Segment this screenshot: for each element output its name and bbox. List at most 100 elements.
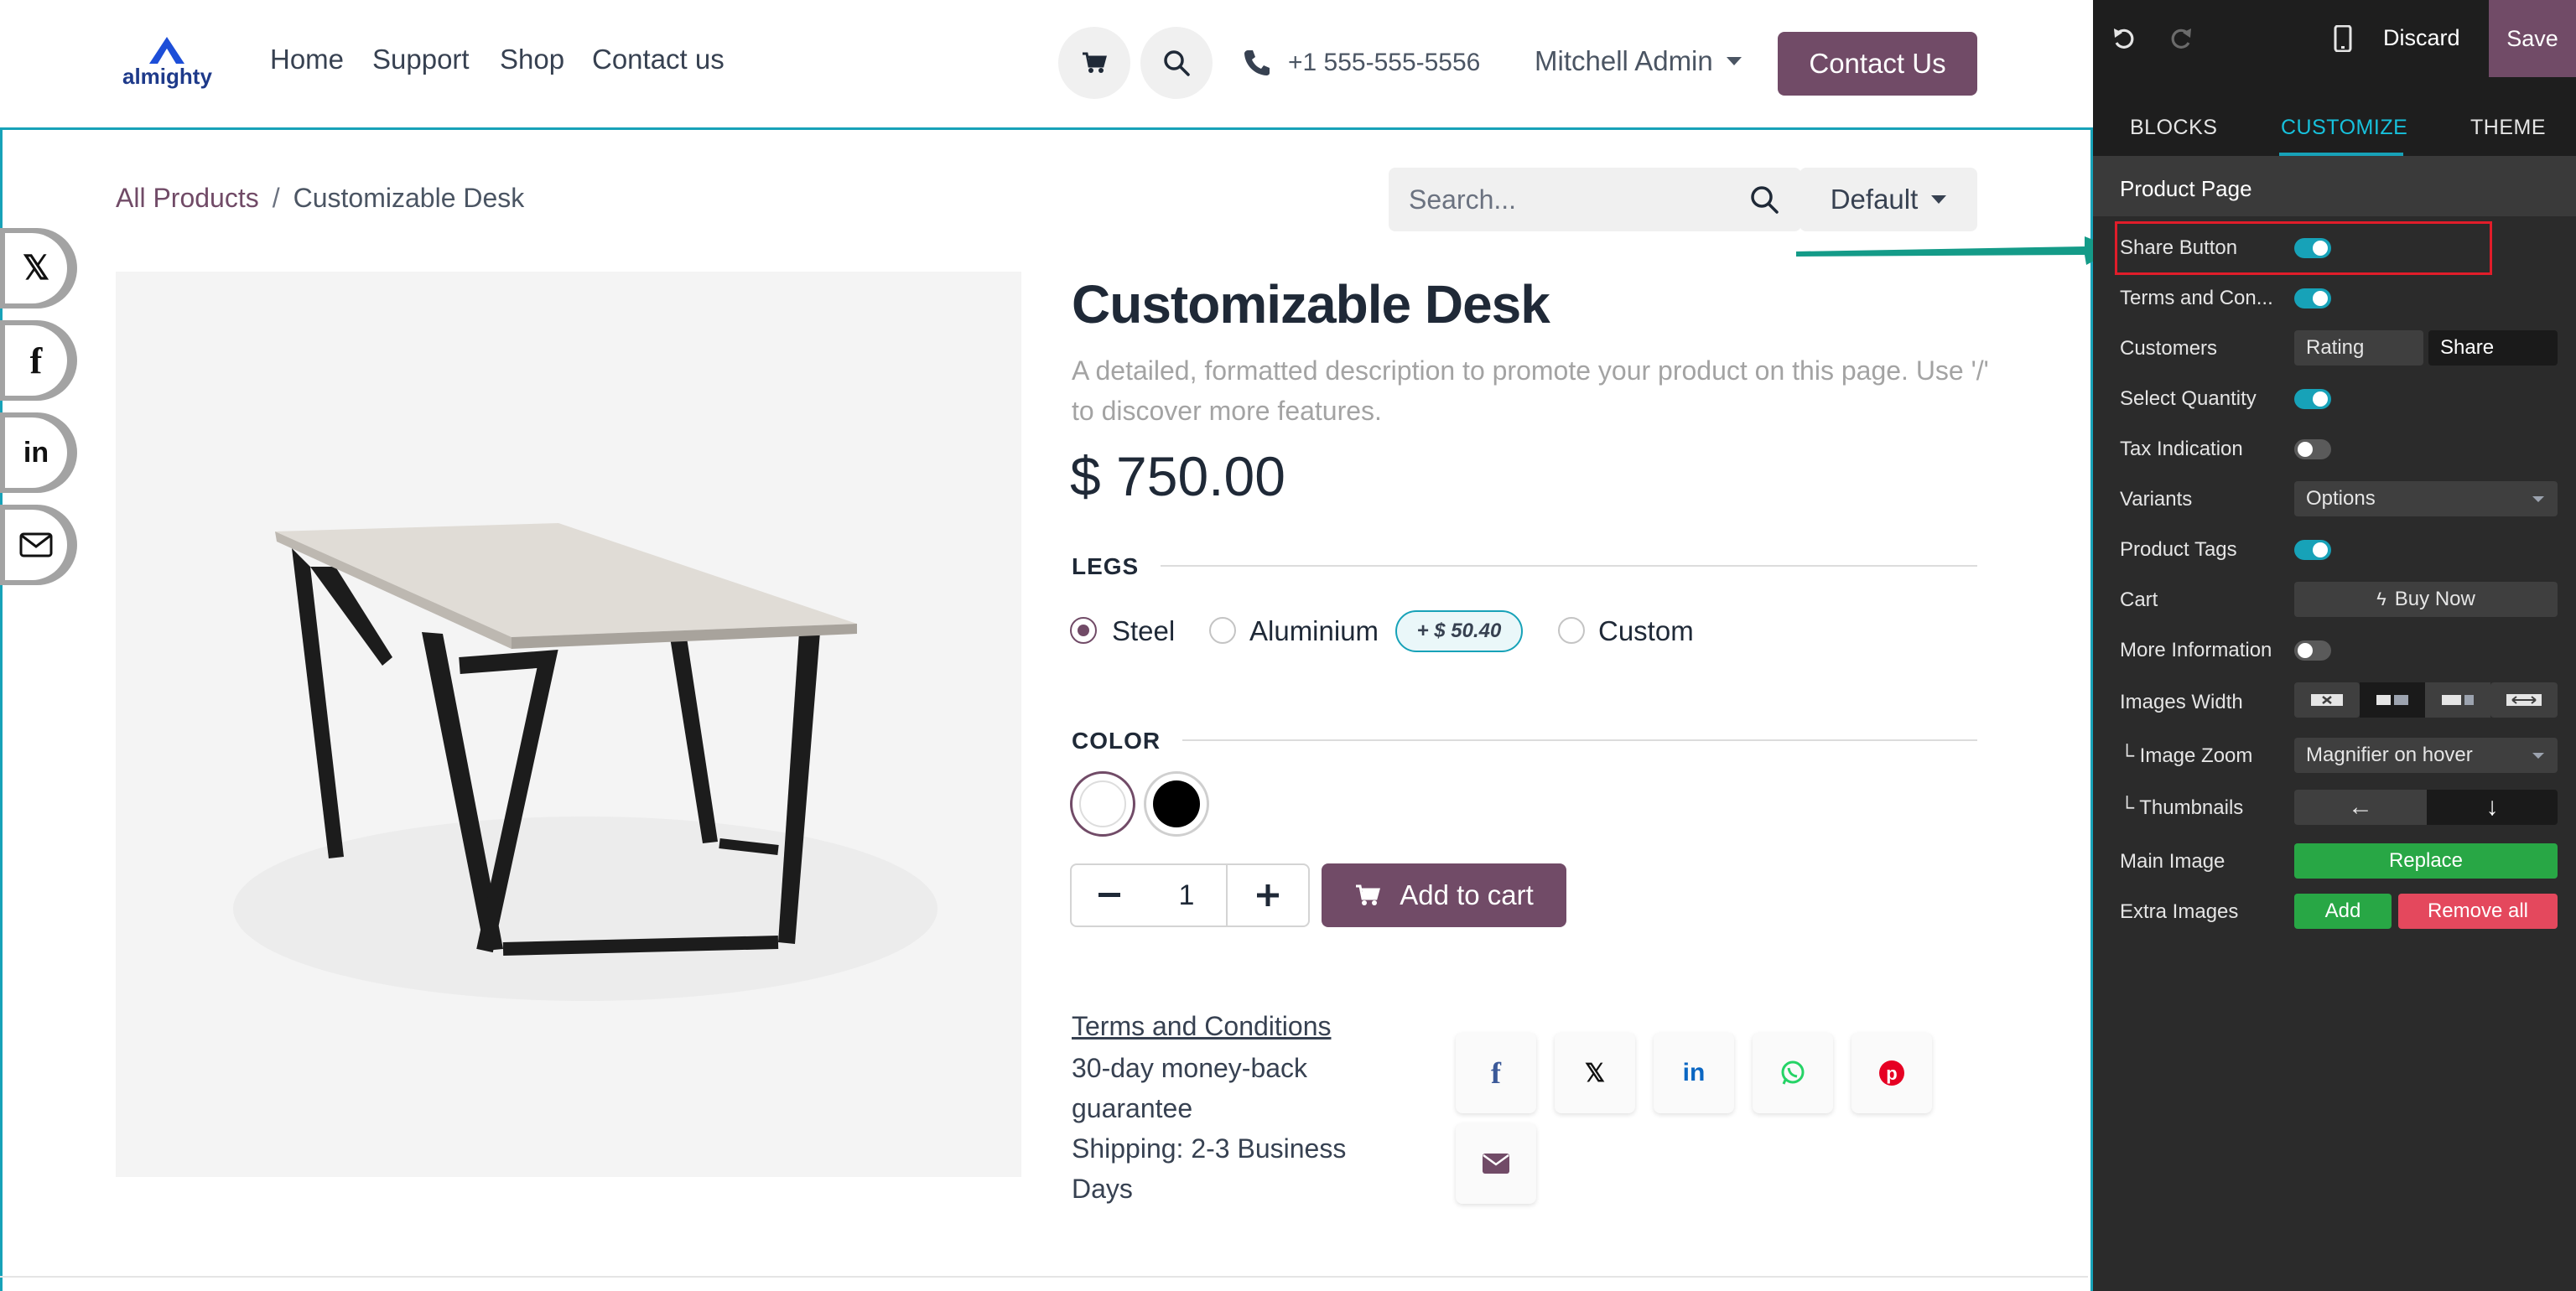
image-wide-width-icon [2442, 695, 2474, 705]
discard-button[interactable]: Discard [2383, 25, 2460, 51]
facebook-icon: f [5, 325, 67, 396]
sort-label: Default [1830, 184, 1919, 215]
chevron-down-icon [1931, 195, 1947, 204]
legs-option-steel-radio[interactable] [1070, 617, 1097, 644]
tab-blocks[interactable]: BLOCKS [2130, 116, 2217, 140]
nav-support[interactable]: Support [372, 44, 470, 75]
cart-button[interactable] [1058, 27, 1130, 99]
legs-option-custom-label[interactable]: Custom [1598, 615, 1694, 647]
image-zoom-select[interactable]: Magnifier on hover [2294, 738, 2558, 773]
terms-toggle[interactable] [2294, 288, 2331, 308]
remove-all-extra-images-button[interactable]: Remove all [2398, 894, 2558, 929]
variants-select[interactable]: Options [2294, 481, 2558, 516]
product-image[interactable] [116, 272, 1021, 1177]
images-width-50-button[interactable] [2360, 682, 2425, 718]
color-divider [1182, 739, 1977, 741]
tab-theme[interactable]: THEME [2470, 116, 2546, 140]
product-tags-toggle[interactable] [2294, 540, 2331, 560]
thumbnails-left-button[interactable]: ← [2294, 790, 2427, 825]
undo-button[interactable] [2108, 23, 2138, 54]
chevron-down-icon [1726, 57, 1742, 65]
customers-share-button[interactable]: Share [2428, 330, 2558, 366]
envelope-icon [1483, 1154, 1509, 1174]
arrow-down-icon: ↓ [2485, 793, 2499, 821]
images-width-full-button[interactable] [2490, 682, 2558, 718]
nav-shop[interactable]: Shop [500, 44, 564, 75]
social-rail-email[interactable] [0, 505, 77, 585]
share-email-button[interactable] [1456, 1123, 1536, 1204]
legs-option-custom-radio[interactable] [1558, 617, 1585, 644]
product-title: Customizable Desk [1072, 274, 1550, 334]
undo-icon [2114, 29, 2134, 49]
add-extra-images-button[interactable]: Add [2294, 894, 2392, 929]
terms-and-conditions-link[interactable]: Terms and Conditions [1072, 1011, 1331, 1042]
price-extra-badge: + $ 50.40 [1395, 610, 1523, 652]
share-x-button[interactable]: 𝕏 [1555, 1033, 1635, 1113]
image-full-width-icon [2506, 694, 2542, 706]
extra-images-option-label: Extra Images [2120, 900, 2239, 923]
product-tags-option-label: Product Tags [2120, 538, 2237, 561]
share-whatsapp-button[interactable] [1753, 1033, 1833, 1113]
legs-option-steel-label[interactable]: Steel [1112, 615, 1175, 647]
contact-us-button[interactable]: Contact Us [1778, 32, 1977, 96]
legs-option-aluminium-label[interactable]: Aluminium [1249, 615, 1379, 647]
images-width-66-button[interactable] [2425, 682, 2490, 718]
customers-option-label: Customers [2120, 337, 2218, 360]
quantity-input[interactable]: 1 [1147, 863, 1226, 927]
content-divider [0, 1276, 2088, 1278]
guarantee-text: 30-day money-back guarantee [1072, 1053, 1308, 1123]
social-rail-x[interactable]: 𝕏 [0, 228, 77, 308]
variants-value: Options [2306, 487, 2376, 510]
add-to-cart-label: Add to cart [1400, 879, 1534, 910]
legs-option-aluminium-radio[interactable] [1209, 617, 1236, 644]
svg-text:p: p [1886, 1063, 1897, 1084]
quantity-decrease-button[interactable] [1070, 863, 1149, 927]
phone-number[interactable]: +1 555-555-5556 [1288, 49, 1480, 77]
share-pinterest-button[interactable]: p [1852, 1033, 1932, 1113]
social-rail-linkedin[interactable]: in [0, 412, 77, 493]
search-toggle-button[interactable] [1140, 27, 1213, 99]
redo-button[interactable] [2167, 23, 2197, 54]
facebook-icon: f [1491, 1056, 1501, 1090]
sort-dropdown[interactable]: Default [1800, 168, 1977, 231]
nav-contact[interactable]: Contact us [592, 44, 724, 75]
product-description[interactable]: A detailed, formatted description to pro… [1072, 350, 1994, 431]
phone-icon [1244, 50, 1270, 75]
redo-icon [2171, 29, 2191, 49]
more-information-toggle[interactable] [2294, 640, 2331, 661]
site-logo[interactable]: almighty [122, 35, 212, 91]
logo-mark-icon [149, 37, 184, 64]
breadcrumb: All Products / Customizable Desk [116, 183, 524, 214]
mobile-preview-button[interactable] [2328, 23, 2358, 54]
section-title: Product Page [2120, 176, 2252, 201]
images-width-none-button[interactable] [2294, 682, 2360, 718]
color-swatch-white[interactable] [1070, 771, 1135, 837]
envelope-icon [5, 510, 67, 580]
variants-option-label: Variants [2120, 488, 2193, 511]
customers-rating-button[interactable]: Rating [2294, 330, 2423, 366]
quantity-increase-button[interactable] [1226, 863, 1310, 927]
color-swatch-black[interactable] [1144, 771, 1209, 837]
breadcrumb-all-products[interactable]: All Products [116, 183, 259, 213]
search-icon[interactable] [1749, 184, 1779, 215]
images-width-option-label: Images Width [2120, 691, 2243, 713]
add-to-cart-button[interactable]: Add to cart [1322, 863, 1566, 927]
social-rail-facebook[interactable]: f [0, 320, 77, 401]
breadcrumb-separator: / [272, 183, 280, 213]
thumbnails-bottom-button[interactable]: ↓ [2427, 790, 2558, 825]
cart-buy-now-button[interactable]: ϟ Buy Now [2294, 582, 2558, 617]
save-button[interactable]: Save [2489, 0, 2576, 77]
tab-customize[interactable]: CUSTOMIZE [2281, 116, 2407, 140]
share-linkedin-button[interactable]: in [1654, 1033, 1734, 1113]
chevron-down-icon [2532, 753, 2544, 759]
nav-home[interactable]: Home [270, 44, 344, 75]
shipping-text: Shipping: 2-3 Business Days [1072, 1133, 1347, 1204]
share-facebook-button[interactable]: f [1456, 1033, 1536, 1113]
select-quantity-option-label: Select Quantity [2120, 387, 2257, 410]
tax-indication-toggle[interactable] [2294, 439, 2331, 459]
x-icon: 𝕏 [5, 233, 67, 303]
select-quantity-toggle[interactable] [2294, 389, 2331, 409]
replace-main-image-button[interactable]: Replace [2294, 843, 2558, 879]
product-search-input[interactable] [1409, 183, 1727, 216]
user-menu[interactable]: Mitchell Admin [1535, 45, 1742, 77]
